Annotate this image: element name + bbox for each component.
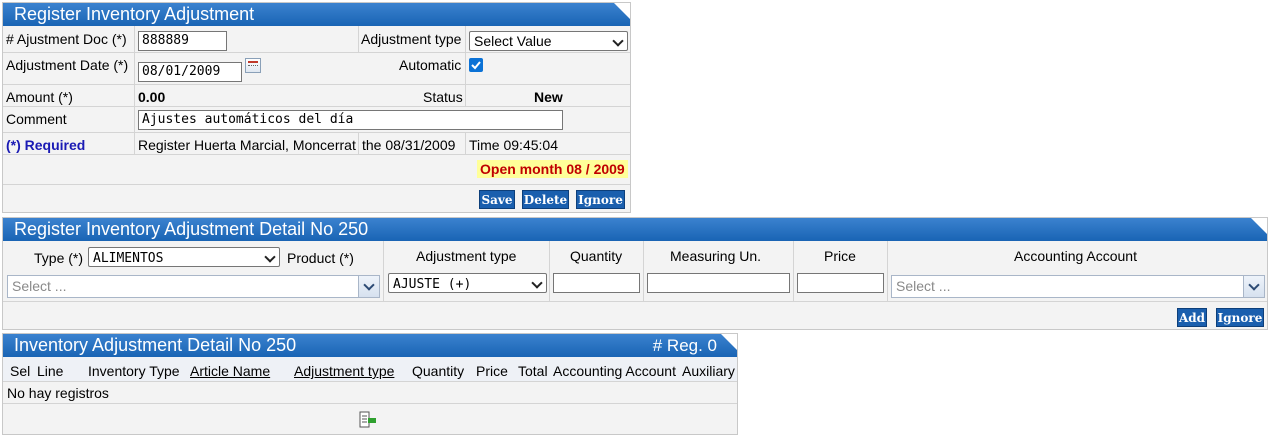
col-inventory-type: Inventory Type (88, 363, 180, 379)
comment-label: Comment (6, 111, 67, 127)
automatic-checkbox[interactable] (469, 58, 483, 72)
empty-row (3, 381, 737, 404)
chevron-down-icon (1248, 279, 1260, 291)
delete-button[interactable]: Delete (522, 190, 569, 209)
measuring-unit-input[interactable] (647, 273, 790, 293)
calendar-icon[interactable] (245, 58, 261, 73)
register-time: Time 09:45:04 (469, 137, 558, 153)
col-article-name[interactable]: Article Name (190, 363, 270, 379)
col-accounting-account: Accounting Account (553, 363, 676, 379)
price-input[interactable] (797, 273, 884, 293)
adjustment-type-header: Adjustment type (416, 248, 517, 264)
automatic-label: Automatic (399, 57, 462, 73)
date-label: Adjustment Date (*) (6, 57, 129, 73)
adjustment-type-value: Select Value (474, 33, 552, 49)
ignore-button[interactable]: Ignore (576, 190, 625, 209)
measuring-header: Measuring Un. (670, 248, 762, 264)
detail-list-panel: Inventory Adjustment Detail No 250 # Reg… (2, 333, 738, 435)
account-dropdown-button[interactable] (1243, 276, 1264, 297)
product-placeholder: Select ... (12, 278, 67, 294)
col-quantity: Quantity (412, 363, 465, 379)
col-price: Price (476, 363, 508, 379)
detail-form-title: Register Inventory Adjustment Detail No … (3, 218, 1267, 241)
doc-label: # Ajustment Doc (*) (6, 31, 127, 47)
type-label: Type (*) (34, 250, 84, 266)
account-placeholder: Select ... (896, 278, 951, 294)
empty-message: No hay registros (7, 385, 109, 401)
add-button[interactable]: Add (1177, 308, 1207, 327)
amount-label: Amount (*) (6, 89, 73, 105)
open-month-badge: Open month 08 / 2009 (477, 160, 628, 178)
chevron-down-icon (531, 277, 543, 289)
status-value: New (534, 89, 563, 105)
register-adjustment-title: Register Inventory Adjustment (3, 3, 630, 26)
save-button[interactable]: Save (479, 190, 515, 209)
amount-value: 0.00 (138, 89, 166, 105)
title-corner (614, 3, 630, 19)
title-corner (1251, 218, 1267, 234)
register-by: Register Huerta Marcial, Moncerrat (138, 137, 356, 153)
comment-input[interactable]: Ajustes automáticos del día (138, 110, 563, 130)
adjustment-type-label: Adjustment type (361, 31, 462, 47)
register-date: the 08/31/2009 (362, 137, 456, 153)
chevron-down-icon (264, 251, 276, 263)
title-corner (721, 334, 737, 350)
quantity-header: Quantity (570, 248, 623, 264)
detail-form-panel: Register Inventory Adjustment Detail No … (2, 217, 1268, 330)
type-value: ALIMENTOS (93, 251, 164, 266)
doc-number-input[interactable]: 888889 (138, 31, 227, 51)
checkbox-icon (471, 61, 481, 70)
detail-adjustment-type-value: AJUSTE (+) (393, 277, 472, 292)
chevron-down-icon (612, 35, 624, 47)
product-combo[interactable]: Select ... (7, 275, 380, 298)
accounting-account-combo[interactable]: Select ... (891, 275, 1265, 298)
record-count: # Reg. 0 (652, 336, 717, 355)
adjustment-type-select[interactable]: Select Value (469, 31, 628, 51)
col-auxiliary: Auxiliary (682, 363, 735, 379)
register-adjustment-panel: Register Inventory Adjustment # Ajustmen… (2, 2, 631, 213)
adjustment-date-input[interactable]: 08/01/2009 (138, 62, 242, 82)
col-line: Line (37, 363, 64, 379)
export-icon[interactable] (359, 411, 377, 429)
quantity-input[interactable] (553, 273, 640, 293)
required-note: (*) Required (6, 137, 86, 153)
chevron-down-icon (363, 279, 375, 291)
col-adjustment-type[interactable]: Adjustment type (294, 363, 394, 379)
status-label: Status (423, 89, 463, 105)
detail-ignore-button[interactable]: Ignore (1216, 308, 1264, 327)
price-header: Price (824, 248, 856, 264)
detail-list-title: Inventory Adjustment Detail No 250 (3, 334, 737, 357)
type-select[interactable]: ALIMENTOS (88, 247, 280, 267)
col-total: Total (518, 363, 548, 379)
col-sel: Sel (10, 363, 31, 379)
product-label: Product (*) (287, 250, 354, 266)
product-dropdown-button[interactable] (358, 276, 379, 297)
detail-adjustment-type-select[interactable]: AJUSTE (+) (388, 273, 547, 293)
account-header: Accounting Account (1014, 248, 1137, 264)
